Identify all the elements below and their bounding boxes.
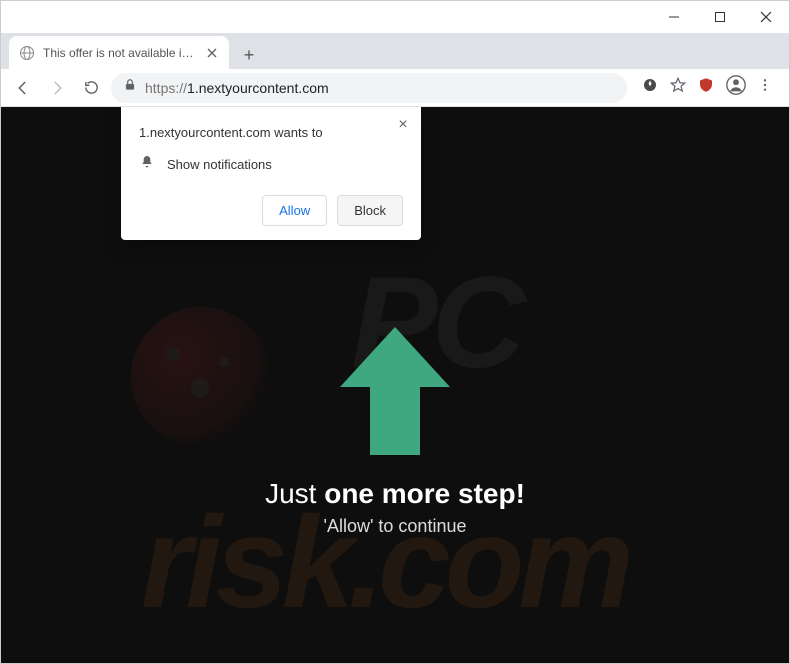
lock-icon xyxy=(123,78,137,97)
new-tab-button[interactable]: + xyxy=(235,41,263,69)
bell-icon xyxy=(139,154,155,175)
reload-button[interactable] xyxy=(77,74,105,102)
tab-title: This offer is not available in your xyxy=(43,46,197,60)
extension-ublock-icon[interactable] xyxy=(697,76,715,99)
block-button[interactable]: Block xyxy=(337,195,403,226)
maximize-button[interactable] xyxy=(697,1,743,33)
browser-toolbar: https://1.nextyourcontent.com xyxy=(1,69,789,107)
prompt-site-text: 1.nextyourcontent.com wants to xyxy=(139,125,403,140)
close-tab-button[interactable] xyxy=(205,46,219,60)
window-titlebar xyxy=(1,1,789,33)
bookmark-star-icon[interactable] xyxy=(669,76,687,99)
profile-avatar-icon[interactable] xyxy=(725,74,747,101)
close-window-button[interactable] xyxy=(743,1,789,33)
kebab-menu-icon[interactable] xyxy=(757,77,773,98)
page-subline: 'Allow' to continue xyxy=(1,516,789,537)
browser-tab[interactable]: This offer is not available in your xyxy=(9,36,229,69)
back-button[interactable] xyxy=(9,74,37,102)
allow-button[interactable]: Allow xyxy=(262,195,327,226)
page-center: Just one more step! 'Allow' to continue xyxy=(1,327,789,537)
url-text: https://1.nextyourcontent.com xyxy=(145,80,329,96)
forward-button[interactable] xyxy=(43,74,71,102)
prompt-close-button[interactable]: × xyxy=(395,117,411,133)
address-bar[interactable]: https://1.nextyourcontent.com xyxy=(111,73,627,103)
prompt-permission-label: Show notifications xyxy=(167,157,272,172)
extension-icon[interactable] xyxy=(641,76,659,99)
page-headline: Just one more step! xyxy=(1,478,789,510)
minimize-button[interactable] xyxy=(651,1,697,33)
permission-prompt: × 1.nextyourcontent.com wants to Show no… xyxy=(121,107,421,240)
page-content: PC risk.com Just one more step! 'Allow' … xyxy=(1,107,789,663)
globe-icon xyxy=(19,45,35,61)
tab-bar: This offer is not available in your + xyxy=(1,33,789,69)
up-arrow-icon xyxy=(340,327,450,457)
